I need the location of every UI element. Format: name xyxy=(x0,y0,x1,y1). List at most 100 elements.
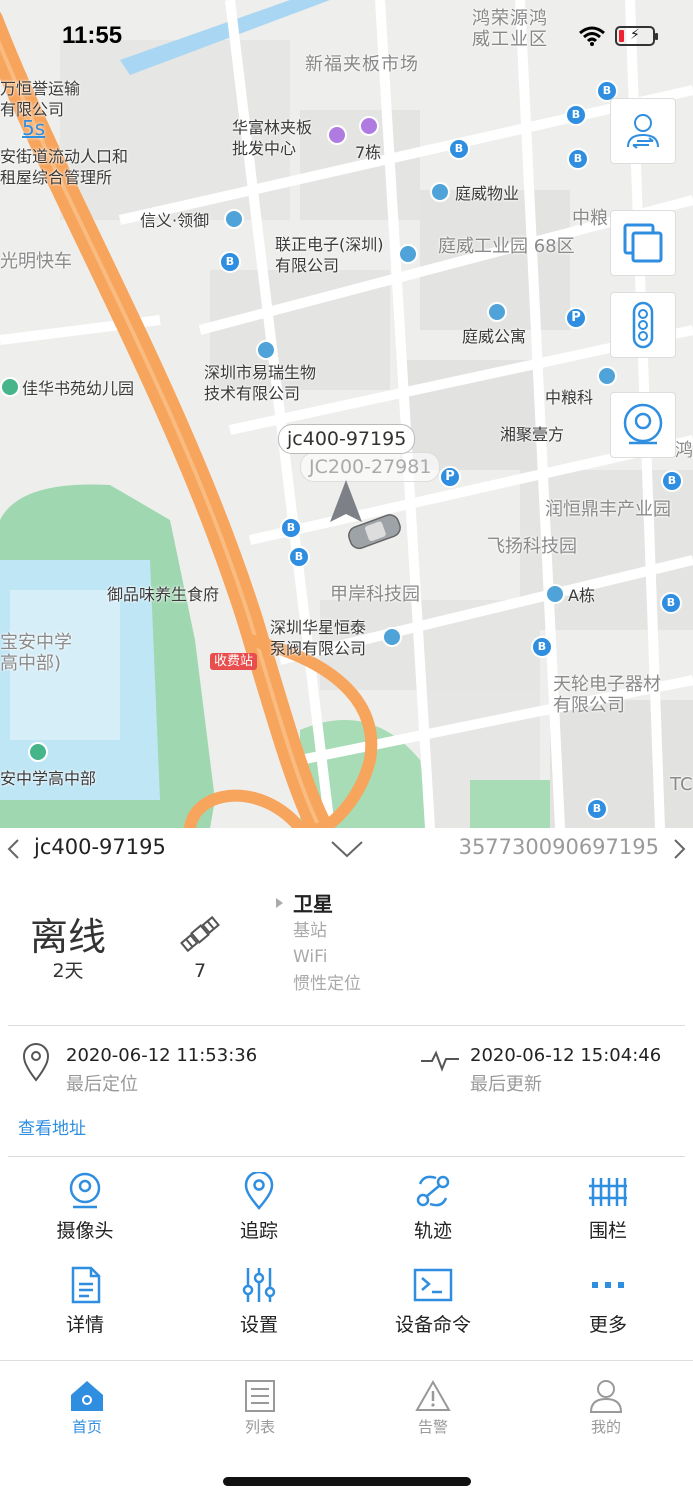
building-icon xyxy=(487,302,507,322)
tab-bar: 首页 列表 告警 我的 xyxy=(0,1360,693,1450)
divider xyxy=(8,1025,685,1026)
parking-icon: P xyxy=(565,307,587,329)
map-label: TC xyxy=(670,774,693,795)
trajectory-action-button[interactable]: 轨迹 xyxy=(368,1172,498,1243)
route-icon xyxy=(416,1175,450,1207)
map-label: 安街道流动人口和 租屋综合管理所 xyxy=(0,147,129,187)
device-tag[interactable]: jc400-97195 xyxy=(278,424,416,454)
details-action-button[interactable]: 详情 xyxy=(20,1266,150,1337)
more-action-button[interactable]: 更多 xyxy=(543,1266,673,1337)
map-label: 飞扬科技园 xyxy=(487,536,577,557)
bus-stop-icon: B xyxy=(448,138,470,160)
map-label: 联正电子(深圳) 有限公司 xyxy=(275,235,384,275)
fence-action-button[interactable]: 围栏 xyxy=(543,1172,673,1243)
map-label: 佳华书苑幼儿园 xyxy=(22,379,135,398)
sliders-icon xyxy=(242,1268,276,1302)
camera-icon xyxy=(623,403,663,445)
last-update-label: 最后更新 xyxy=(470,1074,542,1095)
kindergarten-icon xyxy=(0,377,20,397)
location-pin-icon xyxy=(244,1172,274,1210)
tab-list[interactable]: 列表 xyxy=(215,1379,305,1437)
more-icon xyxy=(592,1282,624,1288)
chevron-right-icon[interactable] xyxy=(673,838,687,860)
view-address-link[interactable]: 查看地址 xyxy=(18,1114,86,1139)
bus-stop-icon: B xyxy=(586,798,608,820)
shop-icon xyxy=(327,125,347,145)
divider xyxy=(8,1156,685,1157)
home-indicator xyxy=(223,1477,471,1486)
map-label: A栋 xyxy=(568,586,595,605)
tab-mine[interactable]: 我的 xyxy=(561,1379,651,1437)
map-label: 甲岸科技园 xyxy=(330,584,420,605)
building-icon xyxy=(597,366,617,386)
camera-icon xyxy=(69,1172,101,1209)
map-label: 中粮科 xyxy=(545,388,594,407)
device-bar: jc400-97195 357730090697195 xyxy=(0,828,693,870)
chevron-down-icon[interactable] xyxy=(330,840,364,858)
bus-stop-icon: B xyxy=(219,251,241,273)
school-icon xyxy=(28,742,48,762)
tab-list-label: 列表 xyxy=(244,1418,275,1436)
tab-alarm[interactable]: 告警 xyxy=(388,1379,478,1437)
chevron-left-icon[interactable] xyxy=(6,838,20,860)
battery-icon: ⚡ xyxy=(615,26,658,46)
terminal-icon xyxy=(413,1268,453,1302)
map-label: 中粮 xyxy=(572,208,608,229)
online-status: 离线 xyxy=(29,915,106,959)
map-label: 庭威公寓 xyxy=(462,327,527,346)
toll-label: 收费站 xyxy=(210,653,258,670)
camera-view-button[interactable] xyxy=(610,392,676,458)
shop-icon xyxy=(359,116,379,136)
map-label: 庭威物业 xyxy=(455,184,520,203)
location-pin-icon xyxy=(22,1043,50,1082)
satellite-icon xyxy=(180,915,220,953)
map-label: 宝安中学 高中部) xyxy=(0,632,72,674)
map-label: 安中学高中部 xyxy=(0,769,97,788)
track-action-label: 追踪 xyxy=(239,1220,278,1242)
map-layer-button[interactable] xyxy=(610,210,676,276)
map-label: 湘聚壹方 xyxy=(500,425,565,444)
settings-action-button[interactable]: 设置 xyxy=(194,1266,324,1337)
refresh-interval-label[interactable]: 5s xyxy=(22,116,45,140)
traffic-button[interactable] xyxy=(610,292,676,358)
bus-stop-icon: B xyxy=(567,148,589,170)
device-imei: 357730090697195 xyxy=(458,835,659,859)
satellite-count: 7 xyxy=(193,960,207,982)
list-icon xyxy=(245,1380,275,1412)
user-switch-icon xyxy=(627,114,659,149)
map-label: 庭威工业园 68区 xyxy=(438,236,575,257)
bus-stop-icon: B xyxy=(661,470,683,492)
home-icon xyxy=(71,1381,103,1411)
device-marker-icon[interactable] xyxy=(326,478,406,550)
device-name[interactable]: jc400-97195 xyxy=(34,835,166,859)
settings-action-label: 设置 xyxy=(239,1314,278,1336)
loc-mode-inertial: 惯性定位 xyxy=(293,973,361,994)
building-icon xyxy=(398,244,418,264)
camera-action-button[interactable]: 摄像头 xyxy=(20,1172,150,1243)
bus-stop-icon: B xyxy=(288,546,310,568)
last-location-label: 最后定位 xyxy=(66,1074,138,1095)
map-label: 润恒鼎丰产业园 xyxy=(545,499,671,520)
layers-icon xyxy=(623,223,663,263)
command-action-button[interactable]: 设备命令 xyxy=(368,1266,498,1337)
map-label: 鸿 xyxy=(675,440,693,461)
map-label: 信义·领御 xyxy=(140,211,210,230)
tab-alarm-label: 告警 xyxy=(417,1418,448,1436)
tab-mine-label: 我的 xyxy=(590,1418,621,1436)
switch-device-button[interactable] xyxy=(610,98,676,164)
map-label: 万恒誉运输 有限公司 xyxy=(0,79,81,119)
offline-duration: 2天 xyxy=(52,960,84,982)
last-update-time: 2020-06-12 15:04:46 xyxy=(470,1045,662,1066)
wifi-icon xyxy=(579,26,605,46)
document-icon xyxy=(71,1266,101,1304)
track-action-button[interactable]: 追踪 xyxy=(194,1172,324,1243)
map-label: 御品味养生食府 xyxy=(107,585,220,604)
map-view[interactable]: 11:55 ⚡ 鸿荣源鸿 威工业区 新福夹板市场 万恒誉运输 有限公司 华富林夹… xyxy=(0,0,693,828)
bus-stop-icon: B xyxy=(660,592,682,614)
parking-icon: P xyxy=(439,466,461,488)
fence-icon xyxy=(589,1178,627,1206)
building-icon xyxy=(256,340,276,360)
location-mode-list: 卫星 基站 WiFi 惯性定位 xyxy=(293,891,361,997)
tab-home[interactable]: 首页 xyxy=(42,1379,132,1437)
map-label: 深圳华星恒泰 泵阀有限公司 xyxy=(270,618,367,658)
